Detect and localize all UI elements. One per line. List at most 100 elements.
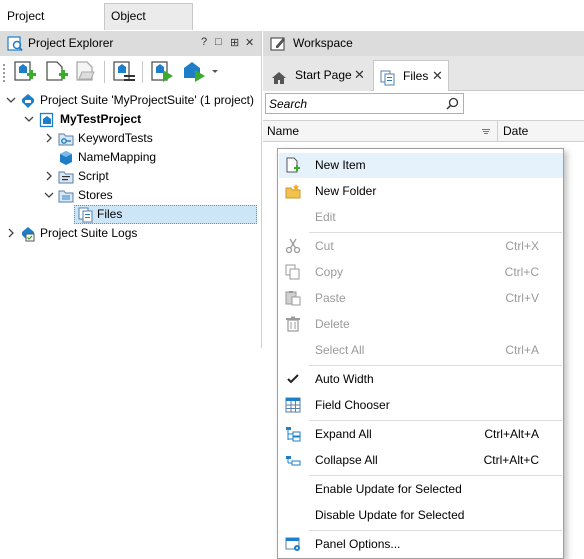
menu-item-label: Cut [315, 239, 334, 253]
add-item-button[interactable] [44, 59, 70, 85]
menu-item-label: Enable Update for Selected [315, 482, 462, 496]
menu-item-select-all[interactable]: Select All Ctrl+A [279, 338, 563, 363]
column-header-name[interactable]: Name [263, 121, 498, 142]
project-suite-logs-icon [20, 226, 36, 242]
collapse-all-icon [285, 452, 301, 468]
close-panel-button[interactable]: ✕ [245, 36, 254, 49]
tree-item-label: Files [97, 207, 123, 221]
project-explorer-icon [7, 36, 23, 52]
menu-item-collapse-all[interactable]: Collapse All Ctrl+Alt+C [279, 448, 563, 473]
menu-item-delete[interactable]: Delete [279, 312, 563, 337]
menu-item-cut[interactable]: Cut Ctrl+X [279, 234, 563, 259]
project-properties-button[interactable] [111, 59, 137, 85]
tree-item-name-mapping[interactable]: NameMapping [4, 148, 259, 167]
add-existing-item-button[interactable] [74, 59, 100, 85]
run-suite-icon [184, 62, 205, 82]
menu-item-label: Copy [315, 265, 344, 279]
panel-options-icon [285, 536, 301, 552]
project-explorer-panel: Project Explorer ? □ ⊞ ✕ Project Suite '… [0, 31, 262, 348]
tree-item-script[interactable]: Script [4, 167, 259, 186]
column-filter-icon[interactable] [482, 121, 491, 150]
collapse-arrow-icon[interactable] [44, 186, 54, 205]
menu-item-shortcut: Ctrl+A [505, 343, 539, 357]
menu-item-copy[interactable]: Copy Ctrl+C [279, 260, 563, 285]
expand-arrow-icon[interactable] [44, 129, 54, 148]
run-suite-button[interactable] [181, 59, 207, 85]
tab-project-workspace[interactable]: Project Workspace [0, 3, 103, 48]
tree-item-project-suite-logs[interactable]: Project Suite Logs [4, 224, 259, 243]
collapse-arrow-icon[interactable] [24, 110, 34, 129]
collapse-arrow-icon[interactable] [6, 91, 16, 110]
toolbar-grip[interactable] [3, 64, 5, 82]
menu-separator [309, 420, 562, 421]
search-icon[interactable] [446, 97, 459, 110]
tree-item-label: Script [78, 169, 109, 183]
tab-object-browser[interactable]: Object Browser [104, 3, 193, 48]
pin-button[interactable]: ⊞ [230, 36, 239, 49]
project-suite-icon [20, 93, 36, 109]
menu-item-disable-update[interactable]: Disable Update for Selected [279, 503, 563, 528]
tree-item-project-suite[interactable]: Project Suite 'MyProjectSuite' (1 projec… [4, 91, 259, 110]
tree-item-label: Stores [78, 188, 113, 202]
menu-item-enable-update[interactable]: Enable Update for Selected [279, 477, 563, 502]
column-header-date[interactable]: Date [499, 121, 584, 142]
tree-item-keyword-tests[interactable]: KeywordTests [4, 129, 259, 148]
tab-start-page[interactable]: Start Page ✕ [263, 60, 371, 91]
expand-arrow-icon[interactable] [44, 167, 54, 186]
toolbar-separator [142, 61, 143, 83]
new-folder-icon [285, 183, 301, 199]
menu-item-edit[interactable]: Edit [279, 205, 563, 230]
close-tab-icon[interactable]: ✕ [354, 60, 365, 90]
menu-item-auto-width[interactable]: Auto Width [279, 367, 563, 392]
new-item-icon [285, 157, 301, 173]
menu-item-shortcut: Ctrl+Alt+A [484, 427, 539, 441]
run-project-button[interactable] [149, 59, 175, 85]
menu-item-new-item[interactable]: New Item [279, 153, 563, 178]
menu-item-field-chooser[interactable]: Field Chooser [279, 393, 563, 418]
workspace-title: Workspace [293, 36, 353, 50]
menu-item-shortcut: Ctrl+V [505, 291, 539, 305]
menu-item-label: Paste [315, 291, 346, 305]
tree-item-my-test-project[interactable]: MyTestProject [4, 110, 259, 129]
search-field[interactable] [265, 93, 464, 114]
top-tab-strip: Project Workspace Object Browser [0, 0, 584, 48]
home-icon [271, 67, 287, 84]
search-input[interactable] [269, 96, 439, 111]
tree-item-stores[interactable]: Stores [4, 186, 259, 205]
help-button[interactable]: ? [201, 36, 207, 48]
menu-item-new-folder[interactable]: New Folder [279, 179, 563, 204]
tree-item-files[interactable]: Files [74, 205, 257, 224]
tree-item-label: MyTestProject [60, 112, 142, 126]
menu-item-panel-options[interactable]: Panel Options... [279, 532, 563, 557]
menu-separator [309, 530, 562, 531]
grid-header: Name Date [263, 120, 584, 142]
menu-separator [309, 365, 562, 366]
close-tab-icon[interactable]: ✕ [432, 61, 443, 91]
tree-item-label: Project Suite Logs [40, 226, 138, 240]
menu-separator [309, 232, 562, 233]
menu-item-paste[interactable]: Paste Ctrl+V [279, 286, 563, 311]
tree-item-label: Project Suite 'MyProjectSuite' (1 projec… [40, 93, 254, 107]
add-existing-item-icon [76, 61, 95, 81]
tab-label: Files [403, 69, 429, 83]
run-dropdown-button[interactable] [209, 59, 221, 85]
tab-files[interactable]: Files ✕ [373, 60, 449, 91]
add-new-item-button[interactable] [12, 59, 38, 85]
name-mapping-icon [58, 150, 74, 166]
checkmark-icon [285, 371, 301, 387]
menu-item-label: Edit [315, 210, 336, 224]
menu-item-label: Expand All [315, 427, 372, 441]
menu-item-shortcut: Ctrl+Alt+C [483, 453, 539, 467]
project-explorer-header: Project Explorer ? □ ⊞ ✕ [0, 31, 261, 56]
menu-item-label: Panel Options... [315, 537, 401, 551]
float-button[interactable]: □ [215, 36, 222, 48]
stores-icon [58, 188, 74, 204]
expand-arrow-icon[interactable] [6, 224, 16, 243]
field-chooser-icon [285, 397, 301, 413]
files-icon [380, 67, 396, 86]
menu-item-expand-all[interactable]: Expand All Ctrl+Alt+A [279, 422, 563, 447]
menu-item-label: Disable Update for Selected [315, 508, 465, 522]
copy-icon [285, 264, 301, 280]
run-project-icon [151, 61, 173, 82]
menu-item-label: New Folder [315, 184, 377, 198]
